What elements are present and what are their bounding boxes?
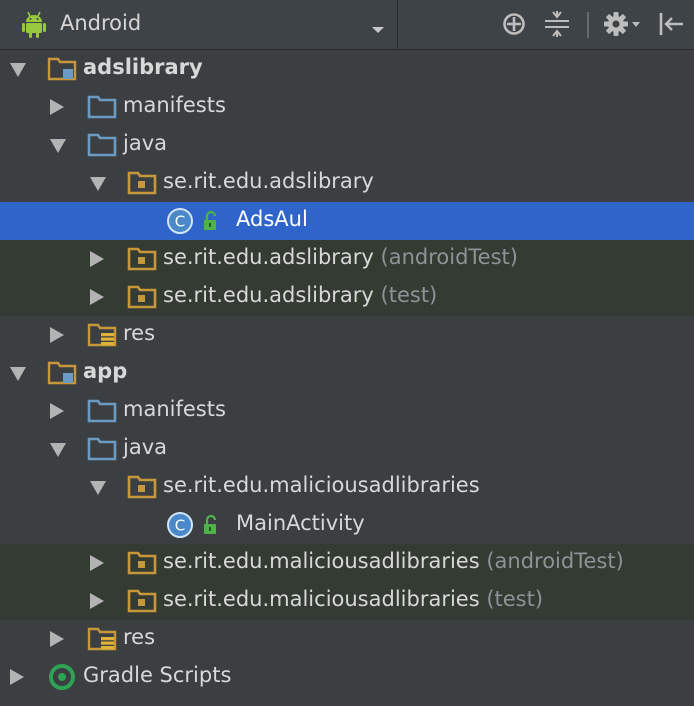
tree-item-name: se.rit.edu.maliciousadlibraries [163, 549, 480, 573]
tree-item-label: AdsAul [236, 207, 308, 231]
tree-row[interactable]: manifests [0, 392, 694, 430]
resource-folder-icon [87, 626, 119, 656]
tree-row[interactable]: java [0, 430, 694, 468]
package-icon [127, 588, 159, 618]
tree-item-label: manifests [123, 93, 226, 117]
project-toolbar: Android [0, 0, 694, 50]
tree-item-label: se.rit.edu.adslibrary (androidTest) [163, 245, 518, 269]
tree-item-label: res [123, 625, 155, 649]
expanded-arrow-icon[interactable] [89, 176, 107, 196]
android-icon [21, 11, 47, 43]
tree-row[interactable]: C AdsAul [0, 202, 694, 240]
tree-item-name: res [123, 625, 156, 649]
tree-row[interactable]: se.rit.edu.maliciousadlibraries [0, 468, 694, 506]
package-icon [127, 170, 159, 200]
collapsed-arrow-icon[interactable] [49, 402, 65, 424]
tree-item-name: manifests [123, 93, 226, 117]
class-icon: C [167, 207, 229, 239]
collapsed-arrow-icon[interactable] [89, 288, 105, 310]
scroll-from-source-icon[interactable] [500, 10, 528, 42]
tree-item-name: Gradle Scripts [83, 663, 232, 687]
collapsed-arrow-icon[interactable] [9, 668, 25, 690]
resource-folder-icon [87, 322, 119, 352]
tree-item-label: se.rit.edu.adslibrary [163, 169, 374, 193]
gear-icon[interactable] [602, 10, 642, 42]
hide-panel-icon[interactable] [658, 10, 686, 42]
expanded-arrow-icon[interactable] [9, 366, 27, 386]
tree-row[interactable]: se.rit.edu.adslibrary (androidTest) [0, 240, 694, 278]
svg-text:C: C [175, 213, 185, 231]
tree-row[interactable]: app [0, 354, 694, 392]
tree-item-label: java [123, 131, 167, 155]
expanded-arrow-icon[interactable] [49, 442, 67, 462]
folder-icon [87, 132, 119, 162]
tree-item-label: manifests [123, 397, 226, 421]
tree-item-name: se.rit.edu.adslibrary [163, 169, 374, 193]
collapsed-arrow-icon[interactable] [89, 250, 105, 272]
package-icon [127, 474, 159, 504]
tree-item-label: se.rit.edu.maliciousadlibraries (android… [163, 549, 624, 573]
tree-item-label: Gradle Scripts [83, 663, 231, 687]
tree-row[interactable]: res [0, 316, 694, 354]
tree-row[interactable]: manifests [0, 88, 694, 126]
tree-item-name: java [123, 131, 167, 155]
tree-item-suffix: (test) [373, 283, 438, 307]
folder-icon [87, 94, 119, 124]
tree-item-suffix: (androidTest) [479, 549, 624, 573]
folder-icon [87, 398, 119, 428]
tree-row[interactable]: se.rit.edu.maliciousadlibraries (test) [0, 582, 694, 620]
gradle-icon [47, 662, 77, 696]
tree-row[interactable]: se.rit.edu.adslibrary (test) [0, 278, 694, 316]
tree-item-label: MainActivity [236, 511, 365, 535]
collapse-all-icon[interactable] [543, 10, 571, 42]
tree-item-name: res [123, 321, 156, 345]
tree-item-label: java [123, 435, 167, 459]
tree-item-suffix: (test) [479, 587, 544, 611]
tree-row[interactable]: res [0, 620, 694, 658]
tree-item-name: MainActivity [236, 511, 365, 535]
tree-item-label: res [123, 321, 155, 345]
module-folder-icon [47, 56, 79, 86]
tree-item-label: adslibrary [83, 55, 203, 79]
tree-item-name: se.rit.edu.maliciousadlibraries [163, 587, 480, 611]
view-mode-label: Android [60, 11, 142, 35]
tree-item-label: app [83, 359, 127, 383]
tree-item-name: app [83, 359, 128, 383]
collapsed-arrow-icon[interactable] [49, 98, 65, 120]
package-icon [127, 246, 159, 276]
tree-item-label: se.rit.edu.adslibrary (test) [163, 283, 437, 307]
toolbar-separator [587, 12, 589, 38]
module-folder-icon [47, 360, 79, 390]
tree-row[interactable]: se.rit.edu.maliciousadlibraries (android… [0, 544, 694, 582]
tree-item-label: se.rit.edu.maliciousadlibraries [163, 473, 480, 497]
collapsed-arrow-icon[interactable] [49, 326, 65, 348]
tree-item-name: adslibrary [83, 55, 203, 79]
tree-item-name: se.rit.edu.adslibrary [163, 283, 374, 307]
tree-item-name: AdsAul [236, 207, 308, 231]
folder-icon [87, 436, 119, 466]
tree-item-name: java [123, 435, 167, 459]
dropdown-icon[interactable] [370, 20, 386, 39]
collapsed-arrow-icon[interactable] [49, 630, 65, 652]
tree-row[interactable]: C MainActivity [0, 506, 694, 544]
tree-row[interactable]: se.rit.edu.adslibrary [0, 164, 694, 202]
tree-item-name: se.rit.edu.adslibrary [163, 245, 374, 269]
tree-row[interactable]: Gradle Scripts [0, 658, 694, 696]
svg-text:C: C [175, 517, 185, 535]
collapsed-arrow-icon[interactable] [89, 554, 105, 576]
class-icon: C [167, 511, 229, 543]
tree-row[interactable]: adslibrary [0, 50, 694, 88]
view-mode-selector[interactable]: Android [0, 0, 398, 49]
package-icon [127, 550, 159, 580]
tree-item-name: se.rit.edu.maliciousadlibraries [163, 473, 480, 497]
tree-item-name: manifests [123, 397, 226, 421]
collapsed-arrow-icon[interactable] [89, 592, 105, 614]
tree-row[interactable]: java [0, 126, 694, 164]
tree-item-label: se.rit.edu.maliciousadlibraries (test) [163, 587, 543, 611]
expanded-arrow-icon[interactable] [49, 138, 67, 158]
package-icon [127, 284, 159, 314]
tree-item-suffix: (androidTest) [373, 245, 518, 269]
expanded-arrow-icon[interactable] [89, 480, 107, 500]
expanded-arrow-icon[interactable] [9, 62, 27, 82]
